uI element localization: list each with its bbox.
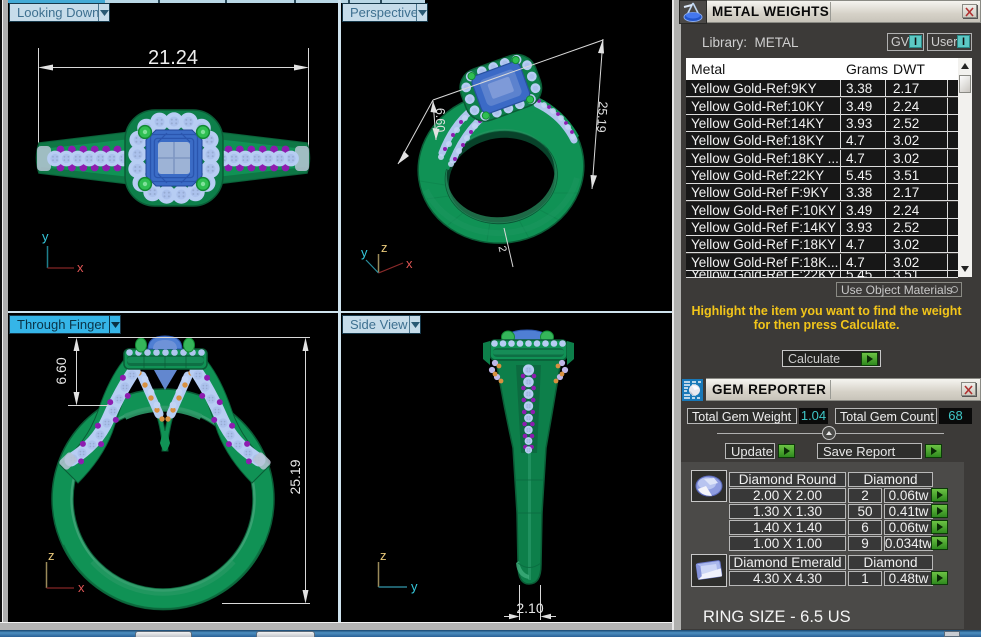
svg-text:25.19: 25.19 xyxy=(287,459,303,494)
svg-text:6.60: 6.60 xyxy=(53,357,69,384)
svg-text:y: y xyxy=(411,579,418,594)
svg-text:z: z xyxy=(380,548,387,563)
svg-text:x: x xyxy=(406,256,413,271)
svg-text:y: y xyxy=(42,229,49,244)
svg-text:21.24: 21.24 xyxy=(148,47,198,69)
svg-text:x: x xyxy=(77,260,84,275)
svg-text:6.60: 6.60 xyxy=(433,108,447,132)
svg-text:x: x xyxy=(78,580,85,595)
svg-text:z: z xyxy=(381,240,388,255)
svg-text:z: z xyxy=(48,548,55,563)
svg-text:2.10: 2.10 xyxy=(516,600,543,616)
svg-text:25.19: 25.19 xyxy=(594,101,610,133)
svg-text:2: 2 xyxy=(495,245,508,254)
svg-text:y: y xyxy=(361,245,368,260)
